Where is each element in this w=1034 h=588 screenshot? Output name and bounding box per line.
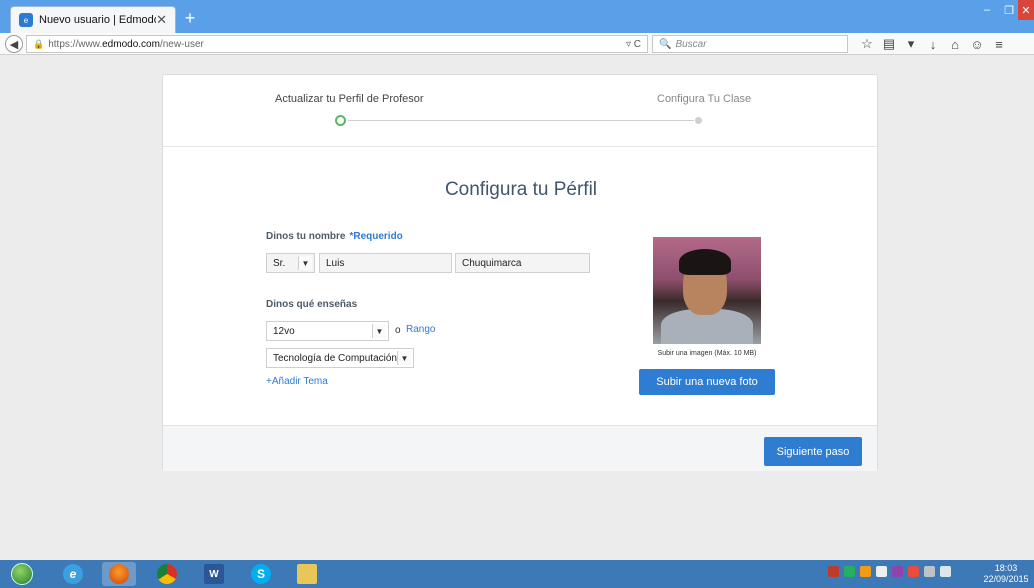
clock-time: 18:03 bbox=[994, 563, 1018, 573]
required-note: *Requerido bbox=[349, 231, 403, 242]
window-minimize-button[interactable]: – bbox=[976, 0, 998, 20]
back-arrow-icon: ◀ bbox=[9, 38, 19, 51]
range-link[interactable]: Rango bbox=[406, 324, 435, 335]
tray-app-icon[interactable] bbox=[844, 566, 855, 577]
next-step-button[interactable]: Siguiente paso bbox=[764, 437, 862, 466]
browser-tab-bar: e Nuevo usuario | Edmodo ✕ + – ❐ ✕ bbox=[0, 0, 1034, 33]
step-1-label: Actualizar tu Perfil de Profesor bbox=[275, 93, 424, 105]
taskbar-word[interactable]: W bbox=[197, 562, 231, 586]
search-input[interactable]: 🔍 Buscar bbox=[652, 35, 848, 53]
start-button[interactable] bbox=[6, 562, 38, 586]
lock-icon: 🔒 bbox=[33, 38, 45, 49]
tray-app-icon[interactable] bbox=[828, 566, 839, 577]
page-body: Actualizar tu Perfil de Profesor Configu… bbox=[0, 56, 1034, 560]
download-icon[interactable]: ↓ bbox=[922, 37, 944, 52]
clock-date: 22/09/2015 bbox=[983, 574, 1029, 584]
subject-select-value: Tecnología de Computación bbox=[273, 352, 397, 364]
windows-orb-icon bbox=[11, 563, 33, 585]
back-button[interactable]: ◀ bbox=[5, 35, 23, 53]
first-name-input[interactable]: Luis bbox=[319, 253, 452, 273]
onboarding-card: Actualizar tu Perfil de Profesor Configu… bbox=[162, 74, 879, 471]
system-tray bbox=[828, 566, 951, 577]
url-path: /new-user bbox=[159, 38, 204, 50]
search-icon: 🔍 bbox=[659, 38, 672, 50]
chevron-down-icon: ▼ bbox=[397, 351, 411, 365]
taskbar-chrome[interactable] bbox=[150, 562, 184, 586]
tray-volume-icon[interactable] bbox=[940, 566, 951, 577]
taskbar-ie[interactable]: e bbox=[56, 562, 90, 586]
tray-flag-icon[interactable] bbox=[908, 566, 919, 577]
grade-select-value: 12vo bbox=[273, 325, 295, 337]
new-tab-button[interactable]: + bbox=[180, 9, 200, 29]
taskbar-explorer[interactable] bbox=[290, 562, 324, 586]
progress-steps: Actualizar tu Perfil de Profesor Configu… bbox=[163, 75, 879, 147]
taskbar-skype[interactable]: S bbox=[244, 562, 278, 586]
title-select[interactable]: Sr. ▼ bbox=[266, 253, 315, 273]
tray-app-icon[interactable] bbox=[860, 566, 871, 577]
step-2-indicator bbox=[695, 117, 702, 124]
tray-app-icon[interactable] bbox=[876, 566, 887, 577]
tray-network-icon[interactable] bbox=[924, 566, 935, 577]
tab-close-icon[interactable]: ✕ bbox=[156, 12, 167, 28]
name-label-text: Dinos tu nombre bbox=[266, 231, 346, 242]
edmodo-favicon-icon: e bbox=[19, 13, 33, 27]
chevron-down-icon: ▼ bbox=[372, 324, 386, 338]
step-1-indicator bbox=[335, 115, 346, 126]
page-title: Configura tu Pérfil bbox=[444, 179, 598, 200]
url-prefix: https://www. bbox=[48, 38, 103, 50]
pocket-icon[interactable]: ▾ bbox=[900, 36, 922, 52]
title-select-value: Sr. bbox=[273, 257, 286, 269]
folder-icon bbox=[297, 564, 317, 584]
word-icon: W bbox=[204, 564, 224, 584]
add-subject-link[interactable]: +Añadir Tema bbox=[266, 376, 328, 387]
step-connector bbox=[348, 120, 694, 121]
internet-explorer-icon: e bbox=[63, 564, 83, 584]
chat-icon[interactable]: ☺ bbox=[966, 37, 988, 52]
url-host: edmodo.com bbox=[102, 38, 160, 50]
reading-list-icon[interactable]: ▤ bbox=[878, 36, 900, 52]
name-label: Dinos tu nombre *Requerido bbox=[266, 231, 403, 242]
chrome-icon bbox=[157, 564, 177, 584]
last-name-input[interactable]: Chuquimarca bbox=[455, 253, 590, 273]
windows-taskbar: e W S 18:03 22/09/2015 bbox=[0, 560, 1034, 588]
url-bar[interactable]: 🔒 https://www. edmodo.com/new-user ▿ C bbox=[26, 35, 648, 53]
photo-caption: Subir una imagen (Máx. 10 MB) bbox=[657, 350, 757, 357]
browser-nav-bar: ◀ 🔒 https://www. edmodo.com/new-user ▿ C … bbox=[0, 33, 1034, 55]
tab-title: Nuevo usuario | Edmodo bbox=[39, 14, 157, 26]
grade-select[interactable]: 12vo ▼ bbox=[266, 321, 389, 341]
skype-icon: S bbox=[251, 564, 271, 584]
upload-photo-button[interactable]: Subir una nueva foto bbox=[639, 369, 775, 395]
window-maximize-button[interactable]: ❐ bbox=[998, 0, 1020, 20]
step-2-label: Configura Tu Clase bbox=[657, 93, 752, 105]
profile-photo bbox=[653, 237, 761, 344]
taskbar-firefox[interactable] bbox=[102, 562, 136, 586]
toolbar-icons: ☆ ▤ ▾ ↓ ⌂ ☺ ≡ bbox=[856, 35, 1010, 53]
chevron-down-icon: ▼ bbox=[298, 256, 312, 270]
search-placeholder: Buscar bbox=[675, 38, 707, 50]
subject-select[interactable]: Tecnología de Computación ▼ bbox=[266, 348, 414, 368]
bookmark-star-icon[interactable]: ☆ bbox=[856, 36, 878, 52]
menu-icon[interactable]: ≡ bbox=[988, 37, 1010, 52]
browser-tab[interactable]: e Nuevo usuario | Edmodo ✕ bbox=[10, 6, 176, 33]
firefox-icon bbox=[109, 564, 129, 584]
taskbar-clock[interactable]: 18:03 22/09/2015 bbox=[980, 563, 1032, 585]
or-text: o bbox=[395, 325, 401, 336]
window-close-button[interactable]: ✕ bbox=[1018, 0, 1034, 20]
teach-label: Dinos qué enseñas bbox=[266, 299, 358, 310]
reload-icon[interactable]: ▿ C bbox=[626, 39, 641, 50]
tray-app-icon[interactable] bbox=[892, 566, 903, 577]
home-icon[interactable]: ⌂ bbox=[944, 37, 966, 52]
